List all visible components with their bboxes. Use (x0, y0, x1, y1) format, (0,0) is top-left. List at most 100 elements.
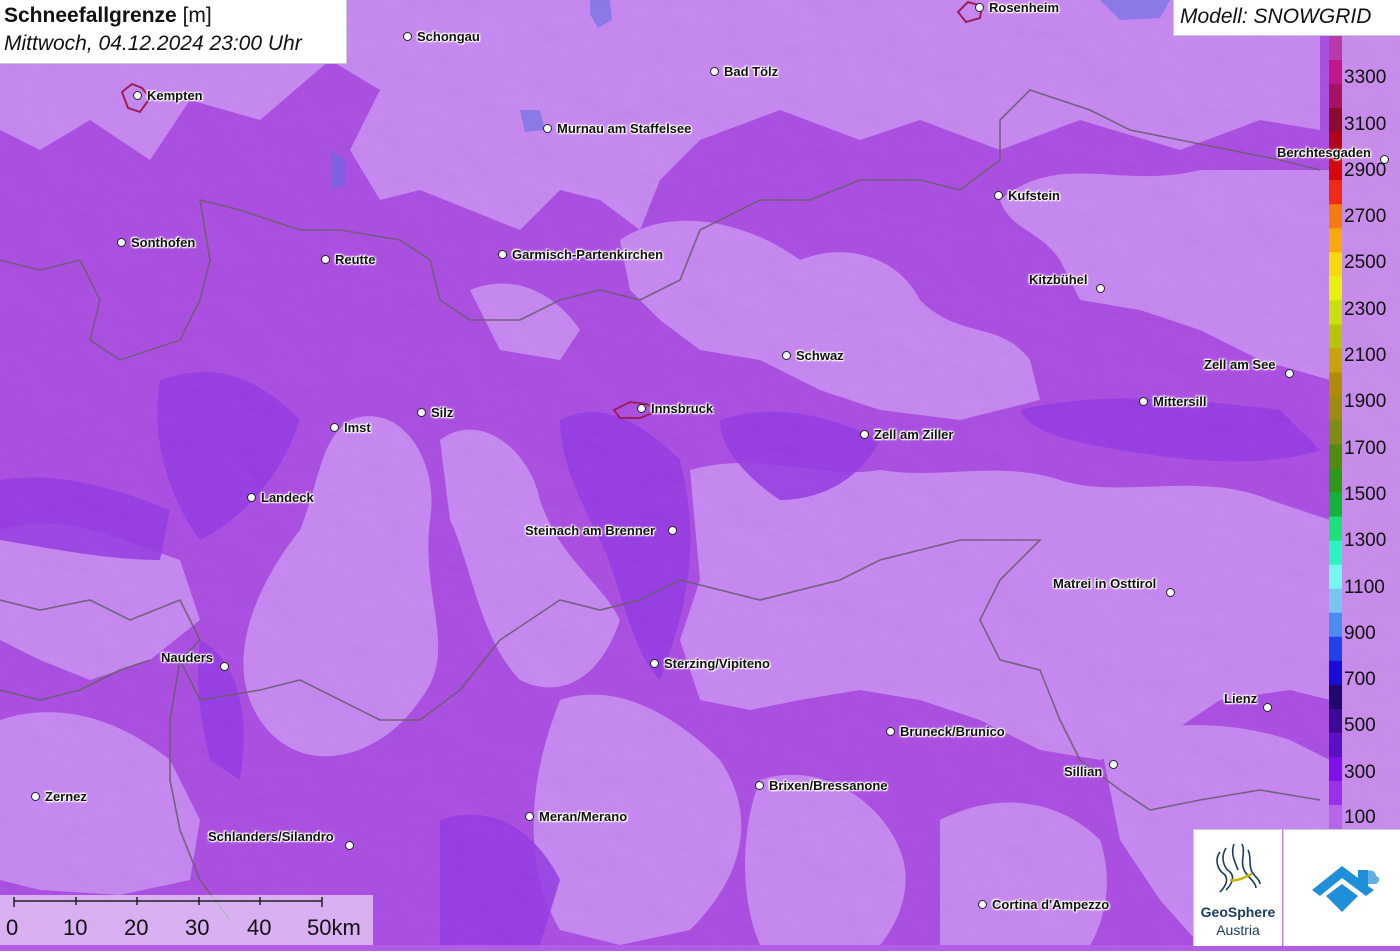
legend-swatch (1329, 444, 1342, 470)
city-label: Schwaz (796, 348, 844, 363)
snow-app-logo[interactable] (1283, 829, 1400, 946)
city-marker[interactable] (860, 430, 869, 439)
legend-swatch (1329, 300, 1342, 325)
legend-swatch (1329, 636, 1342, 662)
city-label: Innsbruck (651, 401, 714, 416)
scale-tick-40: 40 (247, 915, 272, 940)
legend-swatch (1329, 228, 1342, 253)
geosphere-name: GeoSphere (1200, 904, 1276, 920)
legend-swatch (1329, 732, 1342, 758)
legend-label: 2500 (1344, 252, 1387, 273)
legend-label: 3100 (1344, 114, 1387, 135)
scale-tick-10: 10 (63, 915, 88, 940)
legend-swatch (1329, 564, 1342, 590)
city-marker[interactable] (994, 191, 1003, 200)
city-marker[interactable] (1139, 397, 1148, 406)
legend-swatch (1329, 204, 1342, 229)
geosphere-emblem-icon (1216, 843, 1261, 893)
legend-swatch (1329, 684, 1342, 710)
city-label: Schlanders/Silandro (208, 829, 334, 844)
title-panel: Schneefallgrenze [m] Mittwoch, 04.12.202… (0, 0, 347, 64)
city-label: Bruneck/Brunico (900, 724, 1005, 739)
city-marker[interactable] (345, 841, 354, 850)
geosphere-logo[interactable]: GeoSphere Austria (1193, 829, 1282, 946)
legend-label: 1900 (1344, 391, 1387, 412)
city-marker[interactable] (978, 900, 987, 909)
city-label: Sonthofen (131, 235, 196, 250)
city-label: Schongau (417, 29, 480, 44)
legend-swatch (1329, 420, 1342, 446)
city-marker[interactable] (886, 727, 895, 736)
snow-roof-icon (1312, 866, 1379, 912)
legend-swatch (1329, 84, 1342, 109)
city-label: Steinach am Brenner (525, 523, 656, 538)
city-label: Lienz (1224, 691, 1258, 706)
city-marker[interactable] (710, 67, 719, 76)
city-label: Landeck (261, 490, 314, 505)
city-marker[interactable] (330, 423, 339, 432)
city-label: Matrei in Osttirol (1053, 576, 1157, 591)
legend-swatch (1329, 36, 1342, 61)
scale-tick-20: 20 (124, 915, 149, 940)
legend-label: 1100 (1344, 577, 1385, 598)
map-title: Schneefallgrenze [m] (4, 4, 212, 27)
legend-label: 2100 (1344, 345, 1387, 366)
legend-swatch (1329, 348, 1342, 374)
legend-label: 1300 (1344, 530, 1387, 551)
city-marker[interactable] (755, 781, 764, 790)
legend-swatch (1329, 492, 1342, 518)
city-marker[interactable] (650, 659, 659, 668)
legend-label: 2700 (1344, 206, 1387, 227)
legend-label: 700 (1344, 669, 1376, 690)
city-marker[interactable] (220, 662, 229, 671)
city-label: Rosenheim (989, 0, 1060, 15)
city-marker[interactable] (975, 3, 984, 12)
city-label: Mittersill (1153, 394, 1207, 409)
city-label: Cortina d'Ampezzo (992, 897, 1110, 912)
city-marker[interactable] (782, 351, 791, 360)
legend-label: 2300 (1344, 299, 1387, 320)
city-marker[interactable] (321, 255, 330, 264)
legend-label: 500 (1344, 715, 1376, 736)
city-marker[interactable] (417, 408, 426, 417)
legend-swatch (1329, 396, 1342, 422)
model-panel: Modell: SNOWGRID (1173, 0, 1400, 36)
city-label: Nauders (161, 650, 214, 665)
city-marker[interactable] (1263, 703, 1272, 712)
legend-label: 100 (1344, 807, 1376, 828)
city-marker[interactable] (247, 493, 256, 502)
city-marker[interactable] (525, 812, 534, 821)
city-marker[interactable] (668, 526, 677, 535)
legend-swatch (1329, 804, 1342, 829)
city-marker[interactable] (1109, 760, 1118, 769)
city-label: Sillian (1064, 764, 1103, 779)
legend-swatch (1329, 540, 1342, 566)
city-marker[interactable] (403, 32, 412, 41)
legend-swatch (1329, 324, 1342, 349)
legend-swatch (1329, 516, 1342, 542)
legend-swatch (1329, 612, 1342, 638)
city-marker[interactable] (498, 250, 507, 259)
city-marker[interactable] (543, 124, 552, 133)
city-label: Imst (344, 420, 371, 435)
city-marker[interactable] (31, 792, 40, 801)
legend-label: 300 (1344, 762, 1376, 783)
city-marker[interactable] (117, 238, 126, 247)
legend-swatch (1329, 468, 1342, 494)
legend-label: 2900 (1344, 160, 1387, 181)
city-marker[interactable] (1285, 369, 1294, 378)
city-label: Garmisch-Partenkirchen (512, 247, 664, 262)
city-marker[interactable] (133, 91, 142, 100)
scale-tick-0: 0 (6, 915, 19, 940)
legend-swatch (1329, 780, 1342, 806)
city-marker[interactable] (1096, 284, 1105, 293)
city-label: Brixen/Bressanone (769, 778, 888, 793)
legend-swatch (1329, 660, 1342, 686)
city-marker[interactable] (1166, 588, 1175, 597)
city-marker[interactable] (637, 404, 646, 413)
snowline-map[interactable] (0, 0, 1400, 945)
scale-tick-50km: 50km (307, 915, 361, 940)
city-marker[interactable] (1380, 155, 1389, 164)
city-label: Meran/Merano (539, 809, 628, 824)
city-label: Kufstein (1008, 188, 1060, 203)
